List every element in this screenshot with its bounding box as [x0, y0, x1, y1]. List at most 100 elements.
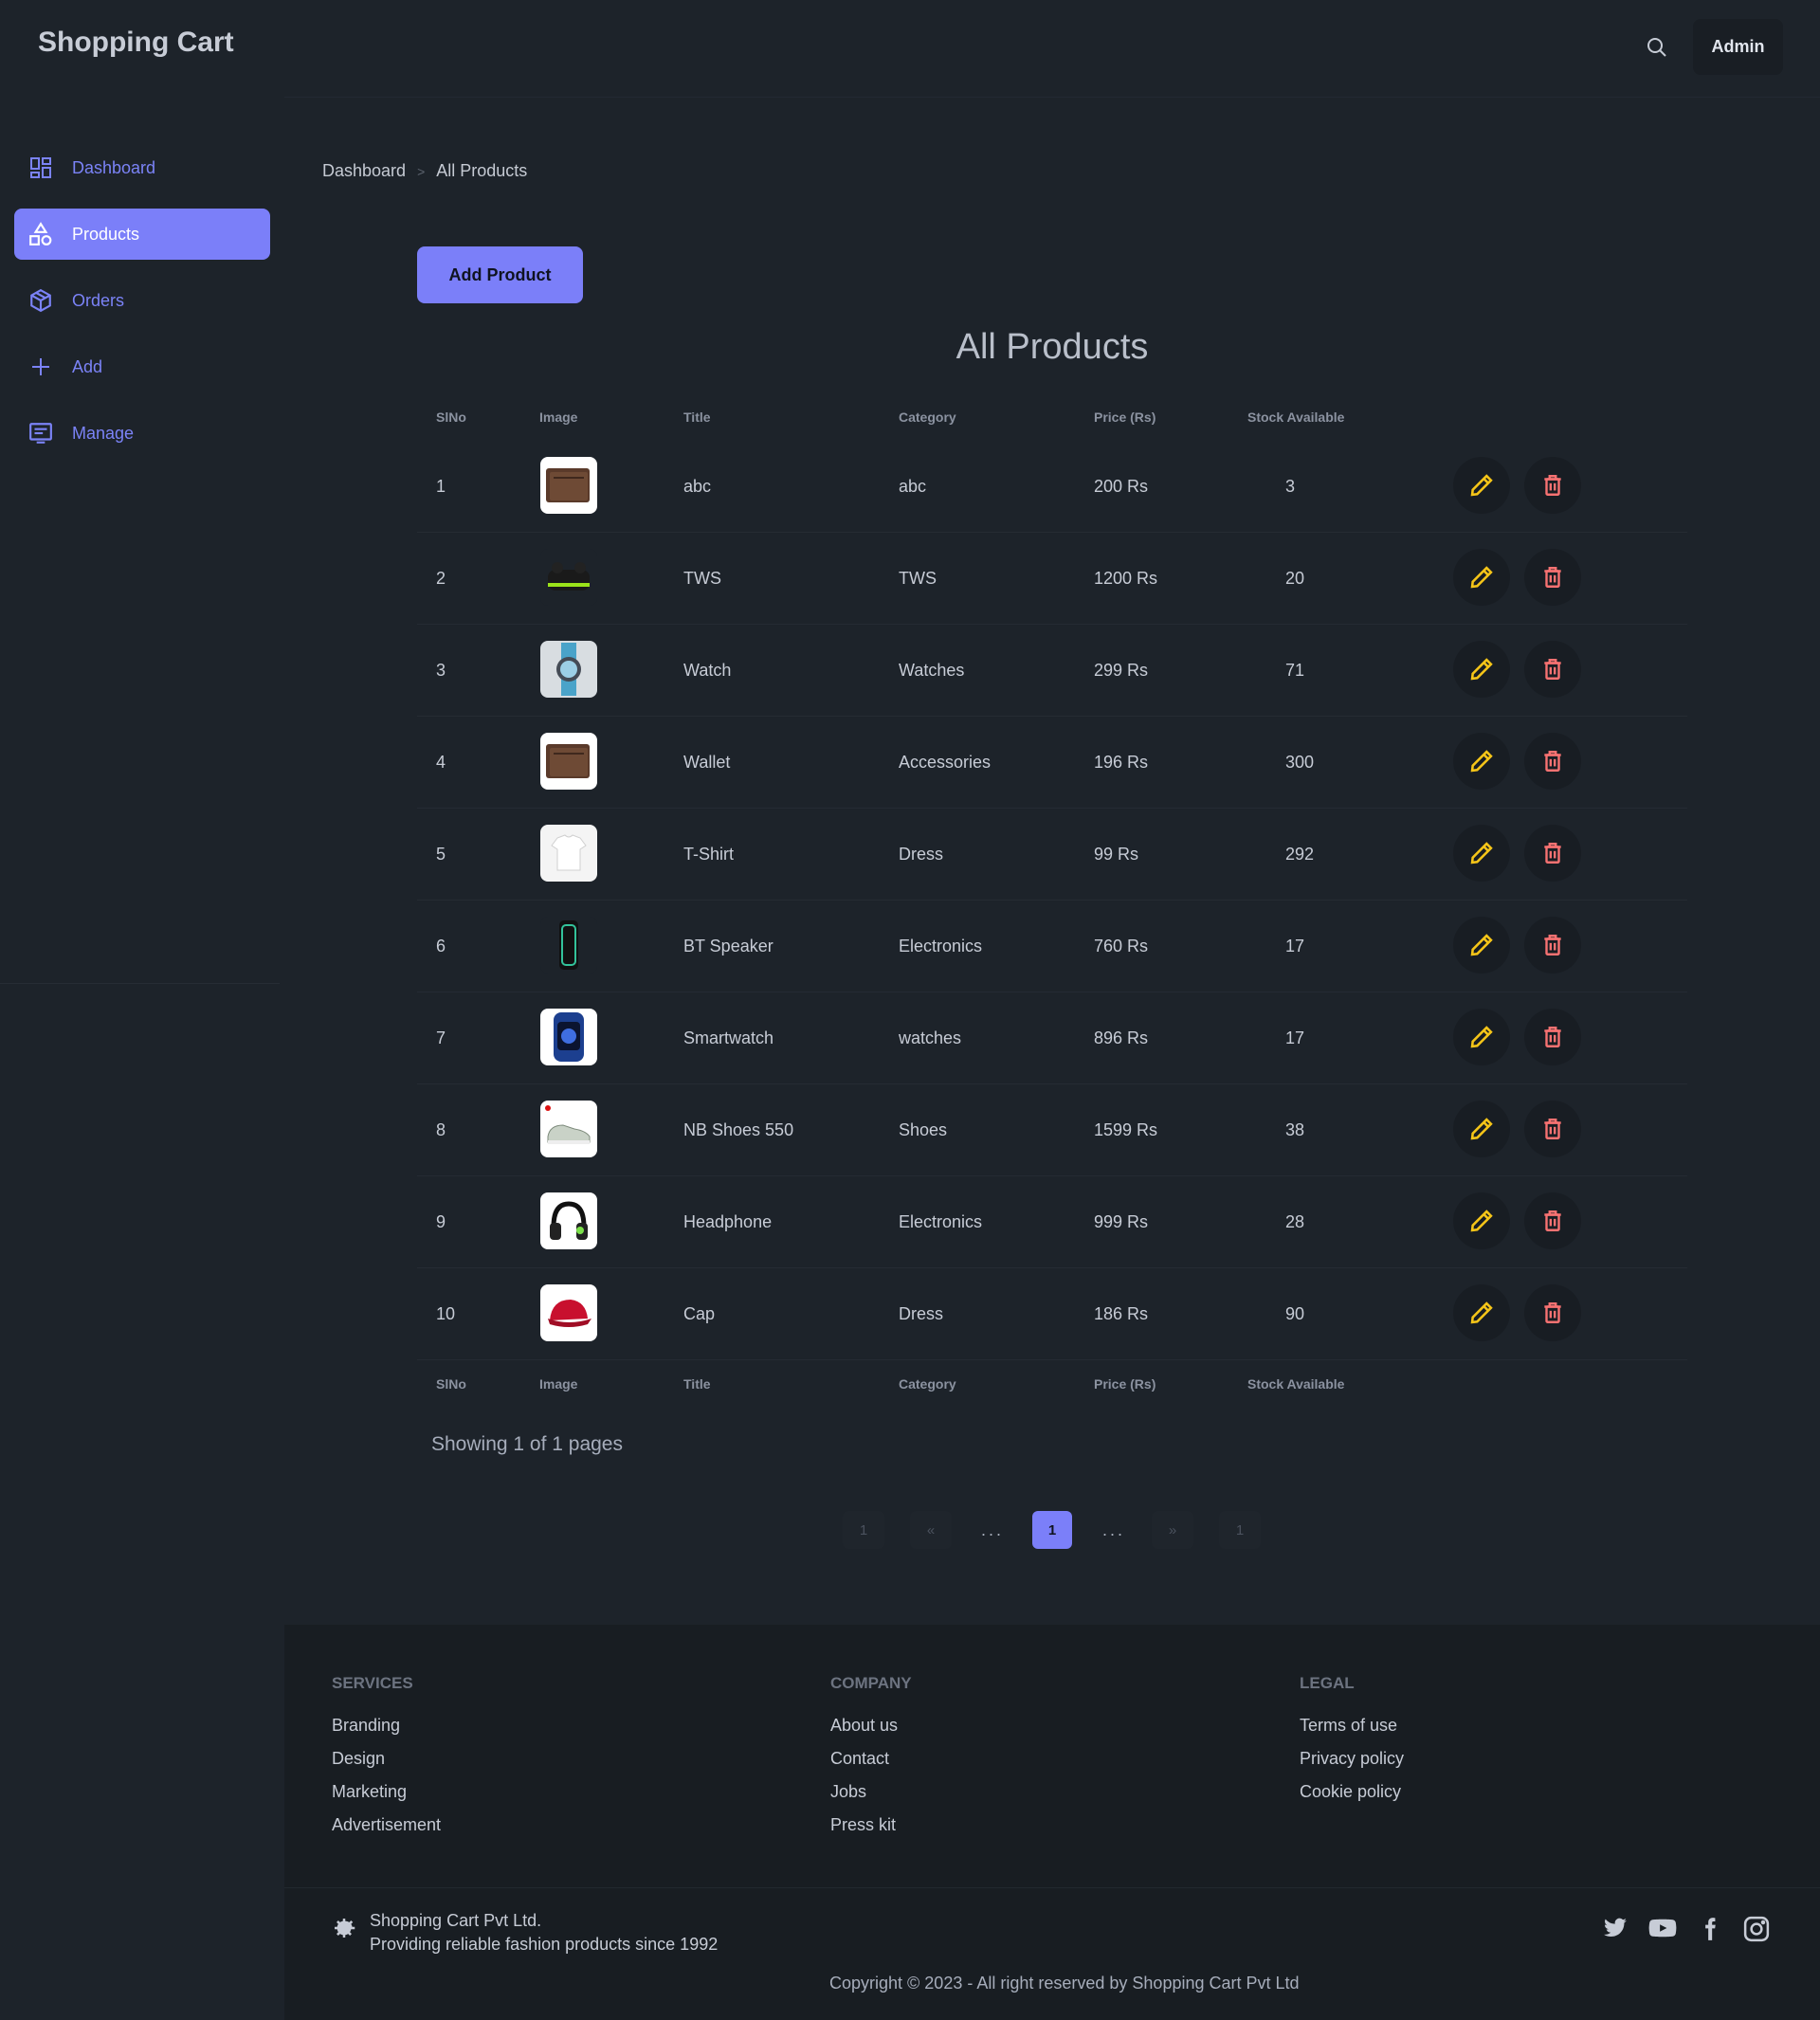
edit-button[interactable] — [1453, 1284, 1510, 1341]
sidebar-item-dashboard[interactable]: Dashboard — [14, 142, 270, 193]
edit-button[interactable] — [1453, 733, 1510, 790]
cell-slno: 2 — [436, 569, 446, 588]
cell-category: watches — [899, 1028, 962, 1047]
delete-button[interactable] — [1524, 1009, 1581, 1065]
trash-icon — [1544, 475, 1561, 496]
pencil-icon — [1470, 842, 1493, 864]
col-header-image: Image — [539, 409, 578, 425]
admin-button[interactable]: Admin — [1693, 19, 1783, 75]
delete-button[interactable] — [1524, 917, 1581, 974]
cell-price: 200 Rs — [1094, 477, 1149, 496]
footer-link[interactable]: Press kit — [830, 1815, 896, 1835]
page-ellipsis: ... — [980, 1520, 1004, 1539]
footer-link[interactable]: Terms of use — [1300, 1716, 1397, 1736]
trash-icon — [1544, 935, 1561, 955]
col-header-slno: SlNo — [436, 409, 466, 425]
cell-slno: 5 — [436, 845, 446, 864]
col-footer-price: Price (Rs) — [1094, 1376, 1156, 1392]
footer-link[interactable]: Privacy policy — [1300, 1749, 1404, 1769]
delete-button[interactable] — [1524, 733, 1581, 790]
cell-slno: 10 — [436, 1304, 456, 1323]
page-last-button[interactable]: 1 — [1219, 1511, 1261, 1549]
delete-button[interactable] — [1524, 549, 1581, 606]
edit-button[interactable] — [1453, 917, 1510, 974]
delete-button[interactable] — [1524, 1284, 1581, 1341]
breadcrumb-dashboard[interactable]: Dashboard — [322, 161, 406, 181]
col-header-title: Title — [683, 409, 711, 425]
trash-icon — [1544, 567, 1561, 588]
footer-link[interactable]: Cookie policy — [1300, 1782, 1401, 1802]
trash-icon — [1544, 843, 1561, 864]
cell-price: 896 Rs — [1094, 1028, 1149, 1047]
edit-button[interactable] — [1453, 1101, 1510, 1157]
cell-price: 1599 Rs — [1094, 1120, 1158, 1139]
footer-link[interactable]: Contact — [830, 1749, 889, 1769]
table-row: 2 TWS TWS 1200 Rs 20 — [417, 533, 1687, 625]
sidebar-item-products[interactable]: Products — [14, 209, 270, 260]
table-row: 6 BT Speaker Electronics 760 Rs 17 — [417, 901, 1687, 992]
footer-link[interactable]: Jobs — [830, 1782, 866, 1802]
edit-button[interactable] — [1453, 549, 1510, 606]
search-button[interactable] — [1638, 28, 1676, 66]
delete-button[interactable] — [1524, 457, 1581, 514]
breadcrumb-current: All Products — [436, 161, 528, 180]
footer-link[interactable]: Advertisement — [332, 1815, 441, 1835]
sidebar-item-orders[interactable]: Orders — [14, 275, 270, 326]
col-header-category: Category — [899, 409, 956, 425]
cell-title: TWS — [683, 569, 721, 588]
table-row: 7 Smartwatch watches 896 Rs 17 — [417, 992, 1687, 1084]
company-name: Shopping Cart Pvt Ltd. — [370, 1911, 542, 1930]
page-current-button[interactable]: 1 — [1032, 1511, 1072, 1549]
cell-title: Cap — [683, 1304, 716, 1323]
trash-icon — [1544, 751, 1561, 772]
table-row: 8 NB Shoes 550 Shoes 1599 Rs 38 — [417, 1084, 1687, 1176]
cell-slno: 3 — [436, 661, 446, 680]
page-prev-button[interactable]: « — [910, 1511, 952, 1549]
facebook-icon[interactable] — [1698, 1914, 1722, 1944]
manage-list-icon — [27, 419, 55, 447]
sidebar-item-manage[interactable]: Manage — [14, 408, 270, 459]
footer-link[interactable]: Marketing — [332, 1782, 407, 1802]
cell-title: Smartwatch — [683, 1028, 774, 1047]
brand-title[interactable]: Shopping Cart — [38, 27, 234, 59]
delete-button[interactable] — [1524, 825, 1581, 882]
product-image — [540, 1101, 597, 1157]
edit-button[interactable] — [1453, 1192, 1510, 1249]
pencil-icon — [1470, 750, 1493, 773]
col-footer-slno: SlNo — [436, 1376, 466, 1392]
youtube-icon[interactable] — [1647, 1914, 1678, 1942]
cell-title: NB Shoes 550 — [683, 1120, 794, 1139]
delete-button[interactable] — [1524, 1192, 1581, 1249]
col-footer-stock: Stock Available — [1247, 1376, 1345, 1392]
product-image — [540, 549, 597, 606]
instagram-icon[interactable] — [1742, 1915, 1771, 1943]
twitter-icon[interactable] — [1601, 1916, 1629, 1940]
cell-slno: 9 — [436, 1212, 446, 1231]
page-next-button[interactable]: » — [1152, 1511, 1193, 1549]
footer-link[interactable]: Branding — [332, 1716, 400, 1736]
edit-button[interactable] — [1453, 641, 1510, 698]
delete-button[interactable] — [1524, 1101, 1581, 1157]
site-footer: SERVICES Branding Design Marketing Adver… — [284, 1625, 1820, 2020]
page-first-button[interactable]: 1 — [843, 1511, 884, 1549]
edit-button[interactable] — [1453, 825, 1510, 882]
cell-title: T-Shirt — [683, 845, 735, 864]
cell-title: BT Speaker — [683, 937, 774, 955]
cell-title: abc — [683, 477, 712, 496]
delete-button[interactable] — [1524, 641, 1581, 698]
add-product-button[interactable]: Add Product — [417, 246, 583, 303]
pencil-icon — [1470, 658, 1493, 681]
cell-stock: 300 — [1285, 753, 1315, 772]
edit-button[interactable] — [1453, 1009, 1510, 1065]
trash-icon — [1544, 1210, 1561, 1231]
breadcrumb: Dashboard > All Products — [322, 161, 527, 181]
pencil-icon — [1470, 566, 1493, 589]
cell-slno: 4 — [436, 753, 446, 772]
footer-link[interactable]: Design — [332, 1749, 385, 1769]
trash-icon — [1544, 659, 1561, 680]
product-image — [540, 733, 597, 790]
footer-link[interactable]: About us — [830, 1716, 898, 1736]
product-image — [540, 641, 597, 698]
dashboard-grid-icon — [27, 154, 55, 182]
edit-button[interactable] — [1453, 457, 1510, 514]
